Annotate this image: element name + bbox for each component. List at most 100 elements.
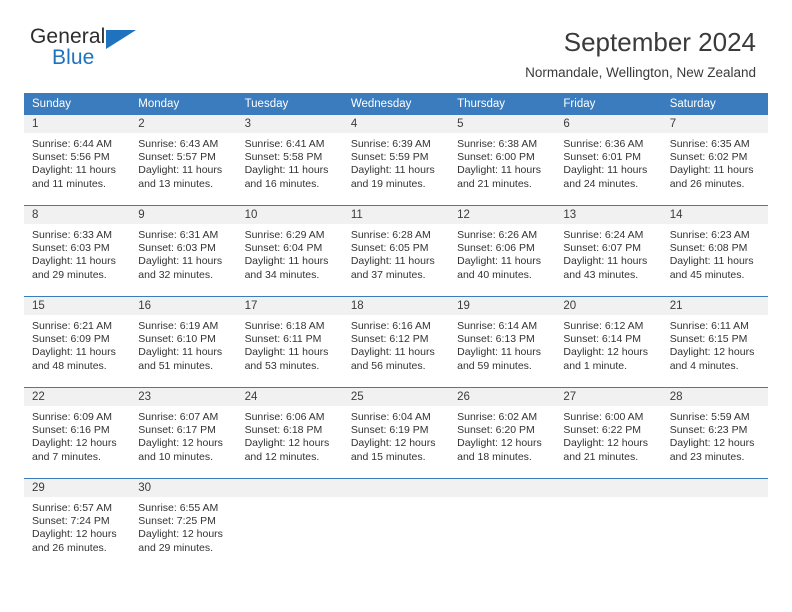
sunset-text: Sunset: 6:23 PM (669, 424, 748, 437)
day-cell[interactable]: 29 Sunrise: 6:57 AM Sunset: 7:24 PM Dayligh… (24, 478, 131, 570)
daylight-text-line2: and 23 minutes. (669, 450, 745, 463)
day-number: 2 (130, 115, 237, 134)
day-number: 28 (661, 388, 768, 407)
sunset-text: Sunset: 7:25 PM (138, 515, 216, 528)
page-header: General Blue September 2024 Normandale, … (0, 0, 792, 81)
day-cell[interactable]: 10 Sunrise: 6:29 AM Sunset: 6:04 PM Dayligh… (236, 205, 343, 297)
sunset-text: Sunset: 6:07 PM (563, 242, 642, 255)
day-number: 25 (342, 388, 450, 407)
sunrise-text: Sunrise: 6:28 AM (350, 229, 431, 242)
day-cell[interactable]: 20 Sunrise: 6:12 AM Sunset: 6:14 PM Dayligh… (555, 296, 662, 388)
daylight-text-line2: and 53 minutes. (244, 359, 320, 372)
day-cell[interactable]: 8 Sunrise: 6:33 AM Sunset: 6:03 PM Daylight… (24, 205, 131, 297)
sunrise-text: Sunrise: 6:31 AM (138, 229, 219, 242)
day-cell[interactable]: 5 Sunrise: 6:38 AM Sunset: 6:00 PM Daylight… (449, 115, 556, 206)
day-number: 9 (130, 206, 237, 225)
daylight-text-line1: Daylight: 11 hours (32, 346, 116, 359)
day-cell[interactable]: 4 Sunrise: 6:39 AM Sunset: 5:59 PM Daylight… (342, 115, 450, 206)
day-details: Sunrise: 6:39 AM Sunset: 5:59 PM Daylight:… (343, 133, 449, 191)
day-cell[interactable]: 21 Sunrise: 6:11 AM Sunset: 6:15 PM Dayligh… (661, 296, 768, 388)
sunrise-text: Sunrise: 6:39 AM (350, 138, 431, 151)
sunrise-text: Sunrise: 6:55 AM (138, 502, 219, 515)
week-row: 29 Sunrise: 6:57 AM Sunset: 7:24 PM Dayligh… (24, 478, 768, 570)
weekday-header-friday: Friday (555, 93, 662, 116)
weekday-header-monday: Monday (130, 93, 237, 116)
day-cell[interactable]: 9 Sunrise: 6:31 AM Sunset: 6:03 PM Daylight… (130, 205, 237, 297)
day-details: Sunrise: 6:41 AM Sunset: 5:58 PM Daylight:… (237, 133, 343, 191)
day-cell[interactable]: 16 Sunrise: 6:19 AM Sunset: 6:10 PM Dayligh… (130, 296, 237, 388)
daylight-text-line1: Daylight: 11 hours (32, 255, 116, 268)
weekday-header-tuesday: Tuesday (236, 93, 343, 116)
sunset-text: Sunset: 6:22 PM (563, 424, 642, 437)
day-number (555, 479, 662, 498)
daylight-text-line1: Daylight: 12 hours (32, 528, 117, 541)
day-cell[interactable]: 18 Sunrise: 6:16 AM Sunset: 6:12 PM Dayligh… (342, 296, 450, 388)
day-cell[interactable]: 12 Sunrise: 6:26 AM Sunset: 6:06 PM Dayligh… (449, 205, 556, 297)
day-number: 20 (555, 297, 662, 316)
sunset-text: Sunset: 5:56 PM (32, 151, 110, 164)
sunset-text: Sunset: 6:05 PM (350, 242, 429, 255)
general-blue-logo[interactable]: General Blue (30, 26, 150, 72)
sunrise-text: Sunrise: 6:26 AM (457, 229, 538, 242)
day-cell-empty (236, 478, 343, 570)
daylight-text-line2: and 12 minutes. (244, 450, 320, 463)
day-details: Sunrise: 6:26 AM Sunset: 6:06 PM Daylight:… (449, 224, 555, 282)
sunset-text: Sunset: 6:04 PM (244, 242, 323, 255)
sunset-text: Sunset: 5:57 PM (138, 151, 216, 164)
day-details: Sunrise: 6:21 AM Sunset: 6:09 PM Daylight:… (24, 315, 130, 373)
day-cell[interactable]: 3 Sunrise: 6:41 AM Sunset: 5:58 PM Daylight… (236, 115, 343, 206)
day-details (343, 497, 449, 502)
sunrise-text: Sunrise: 6:21 AM (32, 320, 112, 333)
sunrise-text: Sunrise: 6:00 AM (563, 411, 644, 424)
day-details: Sunrise: 6:38 AM Sunset: 6:00 PM Daylight:… (449, 133, 555, 191)
day-cell[interactable]: 15 Sunrise: 6:21 AM Sunset: 6:09 PM Dayligh… (24, 296, 131, 388)
daylight-text-line2: and 37 minutes. (350, 268, 426, 281)
day-cell[interactable]: 26 Sunrise: 6:02 AM Sunset: 6:20 PM Dayligh… (449, 387, 556, 479)
day-cell[interactable]: 6 Sunrise: 6:36 AM Sunset: 6:01 PM Daylight… (555, 115, 662, 206)
daylight-text-line2: and 34 minutes. (244, 268, 320, 281)
day-number (342, 479, 450, 498)
day-details: Sunrise: 6:35 AM Sunset: 6:02 PM Daylight:… (662, 133, 768, 191)
day-cell[interactable]: 19 Sunrise: 6:14 AM Sunset: 6:13 PM Dayligh… (449, 296, 556, 388)
sunrise-text: Sunrise: 6:23 AM (669, 229, 750, 242)
sunrise-text: Sunrise: 6:06 AM (244, 411, 325, 424)
day-number: 5 (449, 115, 556, 134)
daylight-text-line2: and 45 minutes. (669, 268, 745, 281)
daylight-text-line2: and 16 minutes. (244, 177, 320, 190)
daylight-text-line1: Daylight: 11 hours (669, 164, 754, 177)
day-cell[interactable]: 14 Sunrise: 6:23 AM Sunset: 6:08 PM Dayligh… (661, 205, 768, 297)
logo-text-general: General (30, 25, 106, 48)
day-cell[interactable]: 11 Sunrise: 6:28 AM Sunset: 6:05 PM Dayligh… (342, 205, 450, 297)
sunset-text: Sunset: 6:00 PM (457, 151, 535, 164)
daylight-text-line2: and 43 minutes. (563, 268, 639, 281)
day-cell[interactable]: 25 Sunrise: 6:04 AM Sunset: 6:19 PM Dayligh… (342, 387, 450, 479)
sunset-text: Sunset: 6:01 PM (563, 151, 642, 164)
daylight-text-line2: and 15 minutes. (350, 450, 426, 463)
day-cell[interactable]: 24 Sunrise: 6:06 AM Sunset: 6:18 PM Dayligh… (236, 387, 343, 479)
week-row: 15 Sunrise: 6:21 AM Sunset: 6:09 PM Dayligh… (24, 296, 768, 388)
daylight-text-line1: Daylight: 11 hours (457, 346, 541, 359)
sunset-text: Sunset: 6:18 PM (244, 424, 323, 437)
day-cell[interactable]: 23 Sunrise: 6:07 AM Sunset: 6:17 PM Dayligh… (130, 387, 237, 479)
day-cell[interactable]: 22 Sunrise: 6:09 AM Sunset: 6:16 PM Dayligh… (24, 387, 131, 479)
daylight-text-line1: Daylight: 11 hours (138, 346, 223, 359)
daylight-text-line1: Daylight: 12 hours (138, 437, 223, 450)
day-cell[interactable]: 2 Sunrise: 6:43 AM Sunset: 5:57 PM Daylight… (130, 115, 237, 206)
day-details: Sunrise: 6:14 AM Sunset: 6:13 PM Daylight:… (449, 315, 555, 373)
day-cell[interactable]: 28 Sunrise: 5:59 AM Sunset: 6:23 PM Dayligh… (661, 387, 768, 479)
day-details: Sunrise: 6:06 AM Sunset: 6:18 PM Daylight:… (237, 406, 343, 464)
day-cell[interactable]: 13 Sunrise: 6:24 AM Sunset: 6:07 PM Dayligh… (555, 205, 662, 297)
sunset-text: Sunset: 6:03 PM (32, 242, 110, 255)
sunset-text: Sunset: 5:58 PM (244, 151, 323, 164)
day-cell[interactable]: 30 Sunrise: 6:55 AM Sunset: 7:25 PM Dayligh… (130, 478, 237, 570)
day-cell[interactable]: 1 Sunrise: 6:44 AM Sunset: 5:56 PM Daylight… (24, 115, 131, 206)
sunset-text: Sunset: 6:12 PM (350, 333, 429, 346)
day-cell[interactable]: 7 Sunrise: 6:35 AM Sunset: 6:02 PM Daylight… (661, 115, 768, 206)
daylight-text-line1: Daylight: 12 hours (669, 437, 755, 450)
sunrise-text: Sunrise: 6:04 AM (350, 411, 431, 424)
day-cell[interactable]: 27 Sunrise: 6:00 AM Sunset: 6:22 PM Dayligh… (555, 387, 662, 479)
calendar-header-row: Sunday Monday Tuesday Wednesday Thursday… (24, 93, 768, 116)
day-cell[interactable]: 17 Sunrise: 6:18 AM Sunset: 6:11 PM Dayligh… (236, 296, 343, 388)
sunrise-text: Sunrise: 6:43 AM (138, 138, 219, 151)
day-number: 1 (24, 115, 131, 134)
